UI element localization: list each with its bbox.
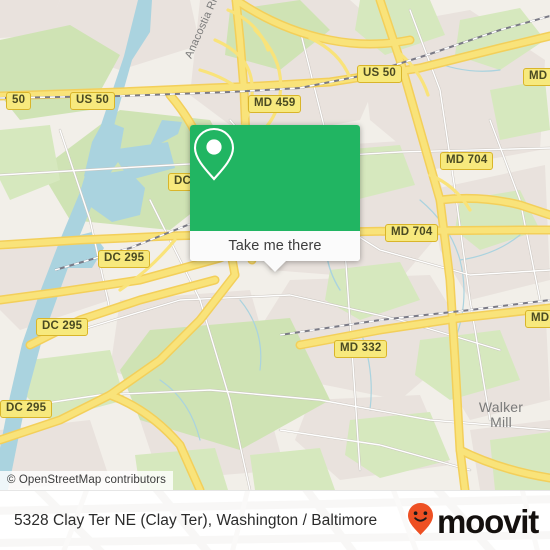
moovit-logo[interactable]: moovit	[407, 502, 539, 541]
take-me-there-button[interactable]: Take me there	[190, 231, 360, 261]
road-shield: MD 459	[248, 95, 302, 113]
road-shield: US 50	[70, 92, 115, 110]
road-shield: MD 7	[523, 68, 550, 86]
road-shield-label: MD 704	[391, 226, 433, 238]
road-shield: MD 332	[334, 340, 388, 358]
road-shield-label: DC 295	[104, 252, 145, 264]
popup-tail	[264, 261, 286, 272]
road-shield-label: DC 295	[6, 402, 47, 414]
road-shield-label: MD 704	[446, 154, 488, 166]
footer-bar: 5328 Clay Ter NE (Clay Ter), Washington …	[0, 490, 550, 550]
road-shield-label: DC	[174, 175, 192, 187]
take-me-there-label: Take me there	[228, 238, 322, 254]
road-shield: MD	[525, 310, 550, 328]
moovit-pin-smiley-icon	[407, 502, 434, 541]
location-popup[interactable]: Take me there	[190, 125, 360, 272]
map-canvas[interactable]: .res{fill:#e9e2dd} .grn{fill:#cfe3b4} .g…	[0, 0, 550, 490]
road-shield: US 50	[357, 65, 402, 83]
road-shield: DC 295	[36, 318, 89, 336]
place-label: Walker Mill	[470, 400, 532, 430]
road-shield-label: US 50	[76, 94, 109, 106]
road-shield-label: 50	[12, 94, 26, 106]
road-shield-label: MD 7	[529, 70, 550, 82]
road-shield: 50	[6, 92, 32, 110]
road-shield: MD 704	[385, 224, 439, 242]
moovit-map-page: .res{fill:#e9e2dd} .grn{fill:#cfe3b4} .g…	[0, 0, 550, 550]
road-shield-label: MD	[531, 312, 550, 324]
road-shield-label: MD 459	[254, 97, 296, 109]
road-shield-label: US 50	[363, 67, 396, 79]
road-shield: DC 295	[98, 250, 151, 268]
road-shield-label: MD 332	[340, 342, 382, 354]
footer-content: 5328 Clay Ter NE (Clay Ter), Washington …	[0, 491, 550, 550]
road-shield: MD 704	[440, 152, 494, 170]
place-label-text: Walker Mill	[478, 399, 524, 430]
location-popup-header	[190, 125, 360, 231]
moovit-wordmark: moovit	[437, 502, 539, 540]
osm-attribution[interactable]: © OpenStreetMap contributors	[0, 471, 173, 490]
road-shield-label: DC 295	[42, 320, 83, 332]
location-popup-body: Take me there	[190, 125, 360, 261]
road-shield: DC 295	[0, 400, 53, 418]
address-label: 5328 Clay Ter NE (Clay Ter), Washington …	[14, 512, 378, 529]
